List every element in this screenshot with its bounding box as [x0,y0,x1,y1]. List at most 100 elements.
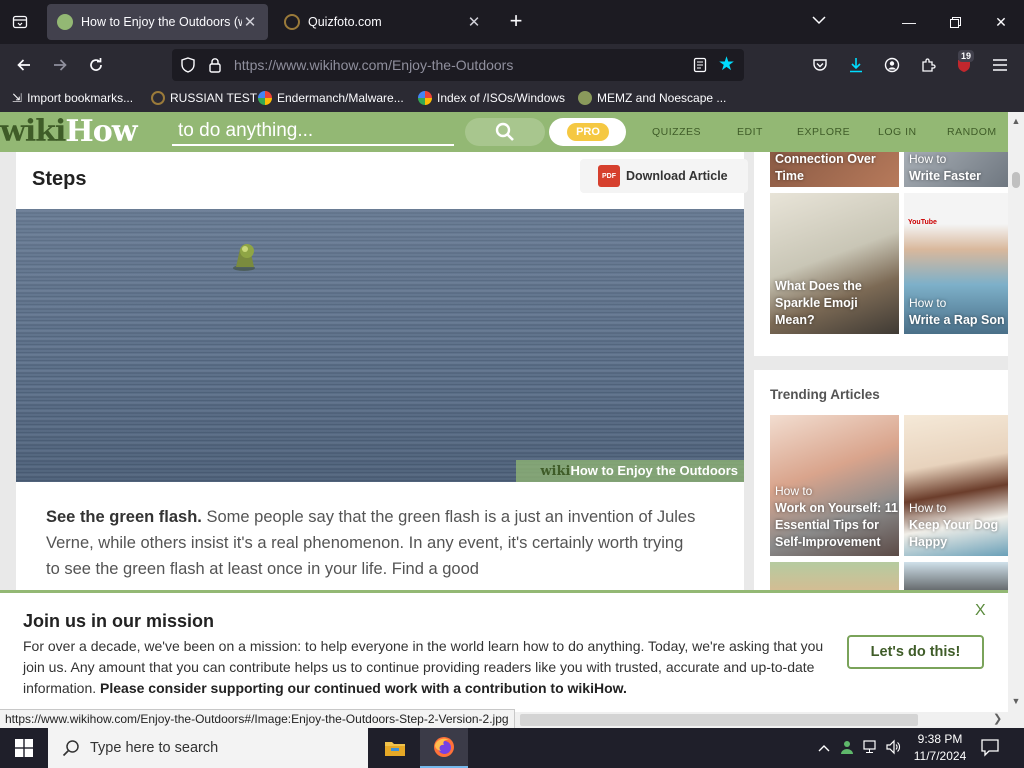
forward-arrow-icon[interactable] [46,51,74,79]
tab-list-icon[interactable] [6,8,34,36]
hamburger-menu-icon[interactable] [986,51,1014,79]
scroll-up-icon[interactable]: ▲ [1011,116,1021,126]
related-thumb-sparkle-emoji[interactable]: What Does the Sparkle Emoji Mean? [770,193,899,334]
nav-explore[interactable]: EXPLORE [797,126,850,138]
bookmark-endermanch[interactable]: Endermanch/Malware... [258,91,404,105]
download-article-button[interactable]: PDF Download Article [580,159,748,193]
bookmark-index-isos[interactable]: Index of /ISOs/Windows [418,91,565,105]
related-thumb-connection[interactable]: Connection Over Time [770,152,899,187]
steps-heading: Steps [32,168,87,190]
navigation-toolbar: https://www.wikihow.com/Enjoy-the-Outdoo… [0,44,1024,86]
people-tray-icon[interactable] [838,739,856,757]
nav-edit[interactable]: EDIT [737,126,763,138]
extension-badge: 19 [958,50,975,62]
restore-icon[interactable] [932,0,978,44]
scroll-thumb[interactable] [520,714,918,726]
scroll-thumb[interactable] [1012,172,1020,188]
buoy-illustration [233,244,255,271]
import-icon: ⇲ [12,91,23,105]
caption-prefix: How to [775,484,813,498]
wikihow-search-button[interactable] [465,118,545,146]
bookmark-star-icon[interactable]: ★ [718,55,735,75]
scroll-right-icon[interactable]: ❯ [993,712,1002,725]
pocket-icon[interactable] [806,51,834,79]
thumb-caption: How to Write a Rap Son [909,295,1005,329]
tab-title: Quizfoto.com [308,15,382,29]
clock-date: 11/7/2024 [913,749,967,763]
bookmark-label: Index of /ISOs/Windows [437,91,566,105]
back-arrow-icon[interactable] [10,51,38,79]
caption-prefix: How to [909,501,947,515]
trending-thumb-dog-happy[interactable]: How to Keep Your Dog Happy [904,415,1008,556]
scroll-down-icon[interactable]: ▼ [1011,696,1021,706]
nav-quizzes[interactable]: QUIZZES [652,126,701,138]
pro-badge: PRO [567,123,609,141]
caption-prefix: How to [909,152,947,166]
google-favicon-icon [418,91,432,105]
taskbar-search-box[interactable]: Type here to search [48,728,368,768]
wikihow-search-input[interactable]: to do anything... [172,118,454,146]
step-image[interactable]: wikiHow to Enjoy the Outdoors [16,209,744,482]
bookmark-russian-test[interactable]: RUSSIAN TEST [151,91,257,105]
wikihow-logo[interactable]: wikiHow [0,114,138,149]
taskbar-search-placeholder: Type here to search [90,740,219,756]
google-favicon-icon [258,91,272,105]
wikihow-favicon-icon [57,14,73,30]
url-text[interactable]: https://www.wikihow.com/Enjoy-the-Outdoo… [234,57,513,73]
quizfoto-favicon-icon [284,14,300,30]
pdf-icon: PDF [598,165,620,187]
vertical-scrollbar[interactable]: ▲ ▼ [1008,112,1024,712]
system-clock[interactable]: 9:38 PM 11/7/2024 [905,731,975,765]
reload-icon[interactable] [82,51,110,79]
tab-bar: How to Enjoy the Outdoors (wi ✕ Quizfoto… [0,0,1024,44]
window-close-icon[interactable]: ✕ [978,0,1024,44]
notification-center-icon[interactable] [980,737,1002,759]
windows-start-icon[interactable] [0,728,48,768]
step-bold: See the green flash. [46,508,202,526]
close-tab-icon[interactable]: ✕ [242,13,258,31]
donate-button[interactable]: Let's do this! [847,635,984,669]
logo-how: How [65,114,137,149]
trending-thumb-work-on-yourself[interactable]: How to Work on Yourself: 11 Essential Tip… [770,415,899,556]
wikihow-header: wikiHow to do anything... PRO QUIZZES ED… [0,112,1008,152]
thumb-caption: What Does the Sparkle Emoji Mean? [775,279,862,327]
thumb-caption: How to Write Faster [909,152,981,185]
extensions-icon[interactable] [914,51,942,79]
firefox-taskbar-icon[interactable] [420,728,468,768]
banner-close-icon[interactable]: X [975,602,986,620]
nav-login[interactable]: LOG IN [878,126,917,138]
related-thumb-rap-song[interactable]: YouTube How to Write a Rap Son [904,193,1008,334]
youtube-logo: YouTube [908,219,937,226]
bookmark-label: RUSSIAN TEST [170,91,258,105]
tab-wikihow[interactable]: How to Enjoy the Outdoors (wi ✕ [47,4,268,40]
bookmark-memz[interactable]: MEMZ and Noescape ... [578,91,726,105]
image-haze [16,209,744,482]
url-bar[interactable]: https://www.wikihow.com/Enjoy-the-Outdoo… [172,49,744,81]
banner-body: For over a decade, we've been on a missi… [23,636,833,699]
network-icon[interactable] [862,739,880,757]
reader-view-icon[interactable] [692,57,708,73]
new-tab-plus-icon[interactable]: + [503,9,529,35]
volume-icon[interactable] [884,739,902,757]
tab-quizfoto[interactable]: Quizfoto.com ✕ [274,4,492,40]
url-host: https://www.wikihow.com [234,57,389,73]
banner-body-bold: Please consider supporting our continued… [100,680,627,696]
tray-overflow-chevron-icon[interactable] [815,739,833,757]
downloads-icon[interactable] [842,51,870,79]
lock-icon[interactable] [207,57,223,73]
related-articles-card: Connection Over Time How to Write Faster … [754,152,1008,356]
related-thumb-write-faster[interactable]: How to Write Faster [904,152,1008,187]
bookmark-import[interactable]: ⇲ Import bookmarks... [12,91,133,105]
tracking-shield-icon[interactable] [180,57,196,73]
minimize-icon[interactable]: — [886,0,932,44]
step-text: See the green flash. Some people say tha… [46,504,696,582]
account-icon[interactable] [878,51,906,79]
chevron-down-icon[interactable] [812,12,826,28]
caption-title: Write Faster [909,169,982,183]
credit-how: How [570,463,598,478]
nav-random[interactable]: RANDOM [947,126,997,138]
pro-button[interactable]: PRO [549,118,626,146]
file-explorer-icon[interactable] [371,728,419,768]
close-tab-icon[interactable]: ✕ [466,13,482,31]
caption-title: Keep Your Dog Happy [909,518,999,549]
